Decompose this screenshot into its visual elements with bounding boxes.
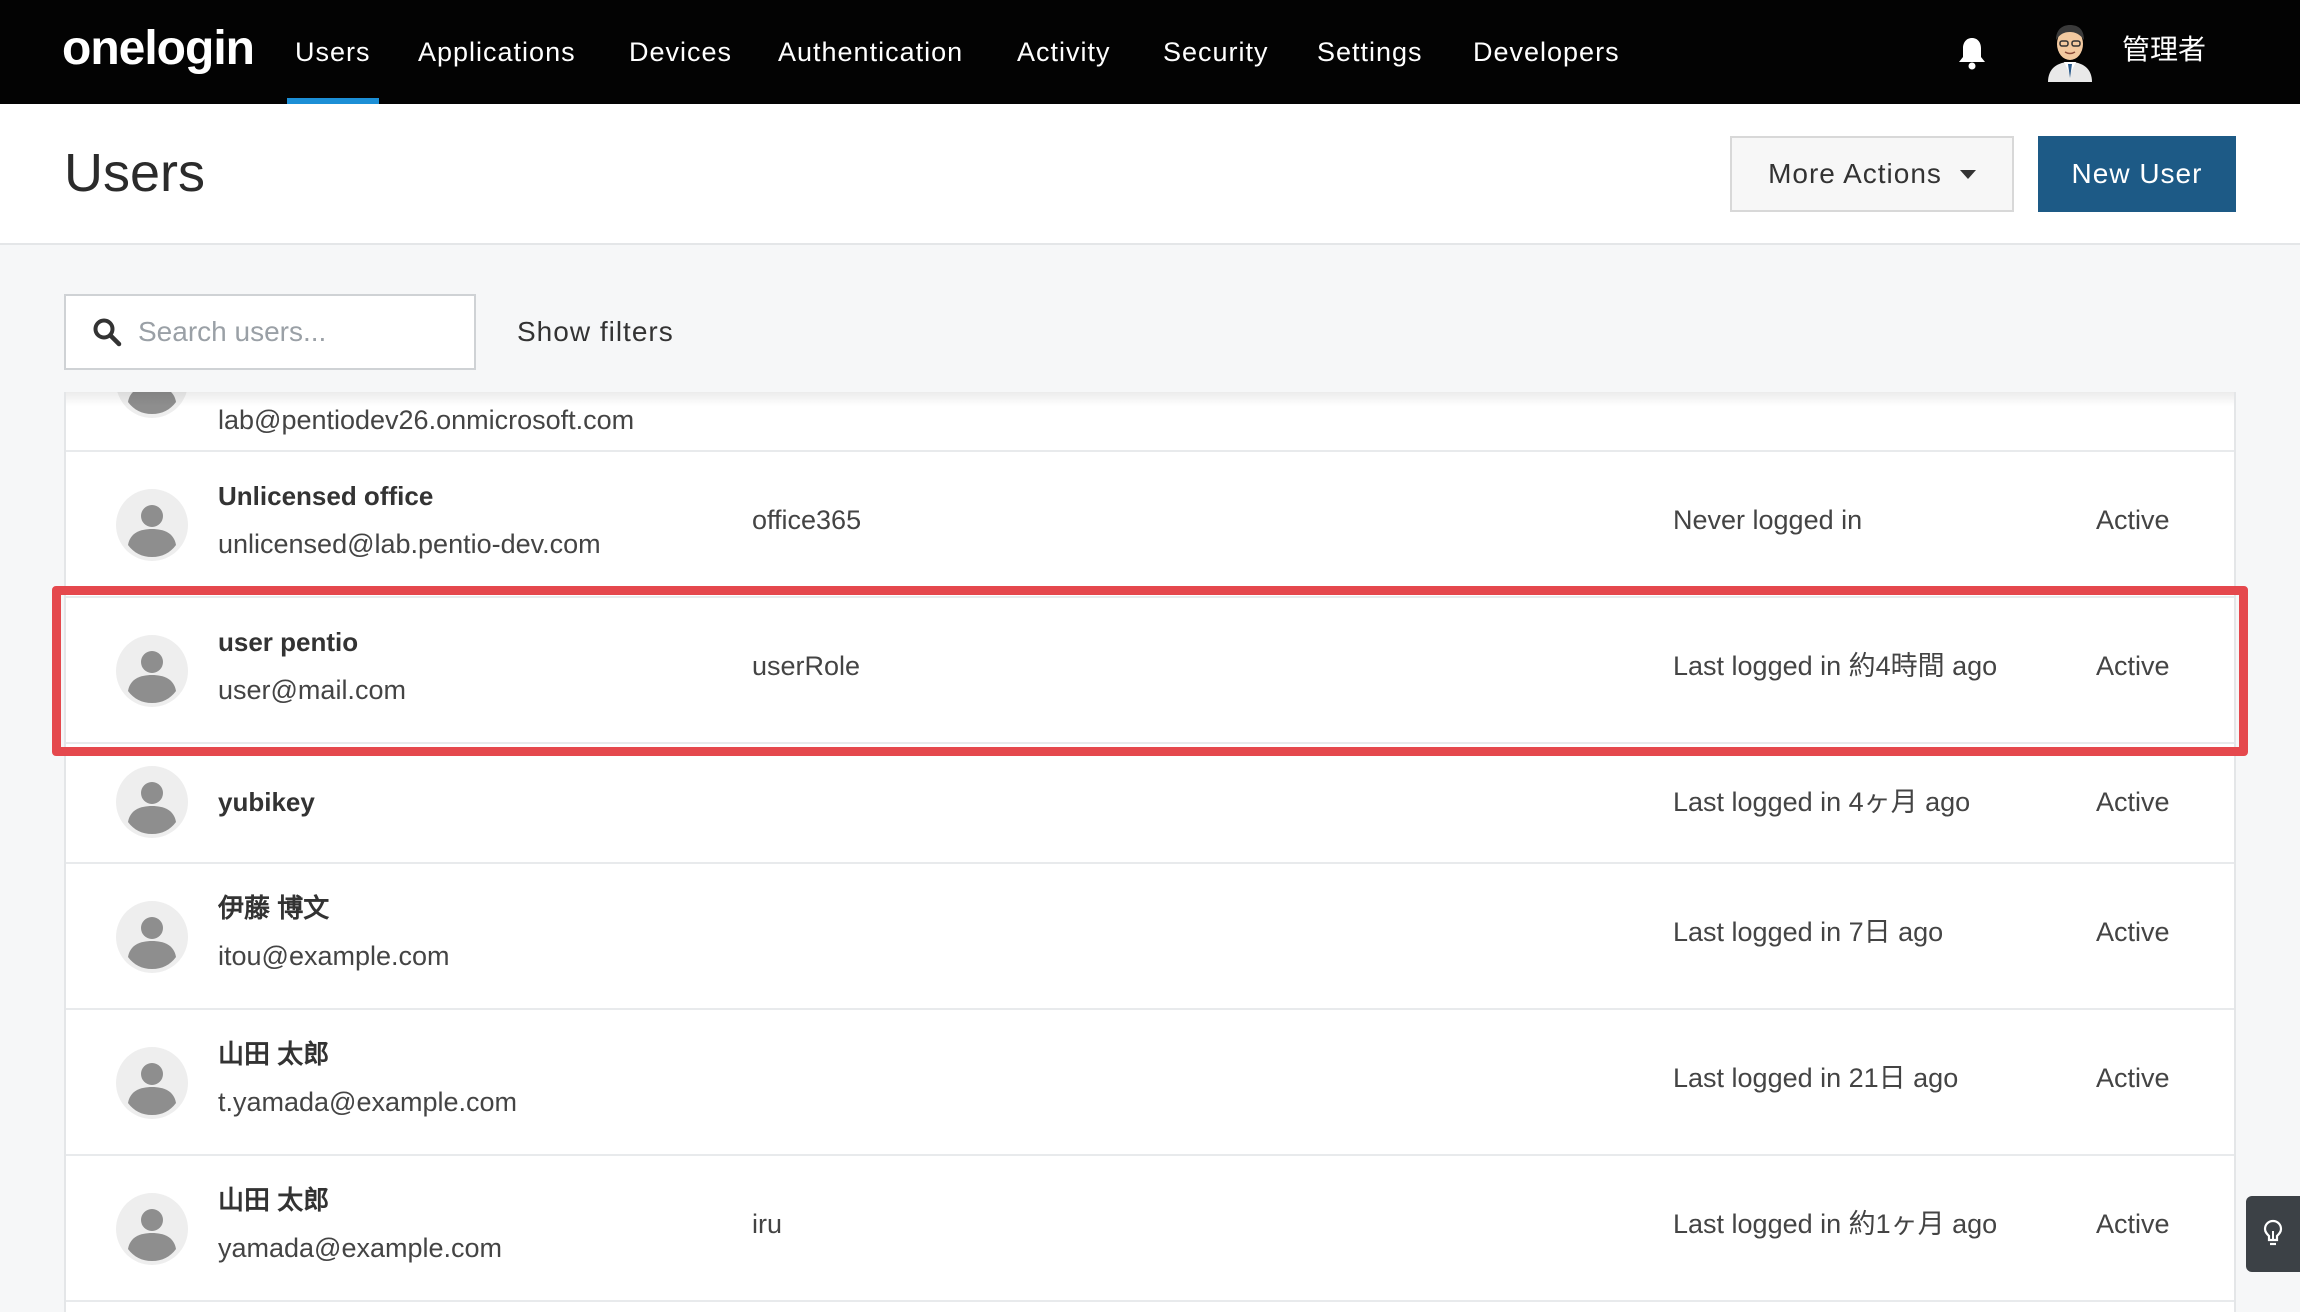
show-filters-link[interactable]: Show filters: [517, 310, 674, 354]
table-row[interactable]: Unlicensed office unlicensed@lab.pentio-…: [66, 452, 2234, 598]
user-name: 山田 太郎: [218, 1185, 330, 1215]
user-email: t.yamada@example.com: [218, 1087, 518, 1117]
nav-authentication[interactable]: Authentication: [778, 0, 963, 104]
users-table: lab@pentiodev26.onmicrosoft.com Unlicens…: [64, 392, 2236, 1312]
nav-security[interactable]: Security: [1163, 0, 1269, 104]
page-header: Users More Actions New User: [0, 104, 2300, 245]
user-avatar-icon: [116, 635, 188, 707]
user-name: 伊藤 博文: [218, 893, 330, 923]
user-role: iru: [752, 1209, 783, 1239]
tips-button[interactable]: [2246, 1196, 2300, 1272]
user-email: yamada@example.com: [218, 1233, 503, 1263]
page-title: Users: [64, 143, 206, 203]
nav-users[interactable]: Users: [287, 0, 378, 104]
user-avatar-icon: [116, 489, 188, 561]
admin-avatar[interactable]: [2042, 22, 2098, 82]
lightbulb-icon: [2263, 1219, 2283, 1246]
user-avatar-icon: [116, 766, 188, 838]
user-name: yubikey: [218, 787, 315, 817]
nav-settings[interactable]: Settings: [1317, 0, 1423, 104]
user-last-login: Never logged in: [1673, 505, 1863, 535]
nav-applications[interactable]: Applications: [418, 0, 576, 104]
user-avatar-icon: [117, 392, 187, 418]
nav-activity[interactable]: Activity: [1017, 0, 1111, 104]
more-actions-label: More Actions: [1768, 158, 1942, 189]
search-icon: [93, 318, 122, 347]
user-avatar-icon: [116, 1193, 188, 1265]
search-input[interactable]: [138, 316, 458, 348]
top-nav-bar: onelogin Users Applications Devices Auth…: [0, 0, 2300, 104]
user-name: user pentio: [218, 627, 359, 657]
user-status: Active: [2096, 651, 2170, 681]
chevron-down-icon: [1959, 169, 1976, 179]
table-row[interactable]: yubikey Last logged in 4ヶ月 ago Active: [66, 744, 2234, 864]
nav-developers[interactable]: Developers: [1473, 0, 1620, 104]
user-email: user@mail.com: [218, 675, 406, 705]
admin-name[interactable]: 管理者: [2122, 28, 2206, 72]
user-name: Unlicensed office: [218, 481, 434, 511]
search-box[interactable]: [64, 294, 476, 370]
user-avatar-icon: [116, 1047, 188, 1119]
user-status: Active: [2096, 917, 2170, 947]
user-last-login: Last logged in 約4時間 ago: [1673, 651, 1998, 681]
table-row[interactable]: 山田 太郎 yamada@example.com iru Last logged…: [66, 1156, 2234, 1302]
user-status: Active: [2096, 1063, 2170, 1093]
table-row[interactable]: lab@pentiodev26.onmicrosoft.com: [66, 392, 2234, 452]
user-last-login: Last logged in 7日 ago: [1673, 917, 1944, 947]
user-last-login: Last logged in 約1ヶ月 ago: [1673, 1209, 1998, 1239]
user-email: unlicensed@lab.pentio-dev.com: [218, 529, 601, 559]
user-status: Active: [2096, 787, 2170, 817]
user-email: lab@pentiodev26.onmicrosoft.com: [218, 405, 635, 435]
nav-devices[interactable]: Devices: [629, 0, 732, 104]
user-last-login: Last logged in 21日 ago: [1673, 1063, 1959, 1093]
user-avatar-icon: [116, 901, 188, 973]
new-user-button[interactable]: New User: [2038, 136, 2236, 212]
user-name: 山田 太郎: [218, 1039, 330, 1069]
onelogin-logo[interactable]: onelogin: [62, 22, 255, 76]
more-actions-button[interactable]: More Actions: [1730, 136, 2014, 212]
bell-icon[interactable]: [1957, 36, 1987, 70]
table-row-highlighted[interactable]: user pentio user@mail.com userRole Last …: [66, 598, 2234, 744]
user-status: Active: [2096, 505, 2170, 535]
user-role: office365: [752, 505, 862, 535]
table-row[interactable]: 伊藤 博文 itou@example.com Last logged in 7日…: [66, 864, 2234, 1010]
table-row[interactable]: 山田 太郎 t.yamada@example.com Last logged i…: [66, 1010, 2234, 1156]
user-role: userRole: [752, 651, 861, 681]
user-email: itou@example.com: [218, 941, 450, 971]
user-last-login: Last logged in 4ヶ月 ago: [1673, 787, 1971, 817]
user-status: Active: [2096, 1209, 2170, 1239]
